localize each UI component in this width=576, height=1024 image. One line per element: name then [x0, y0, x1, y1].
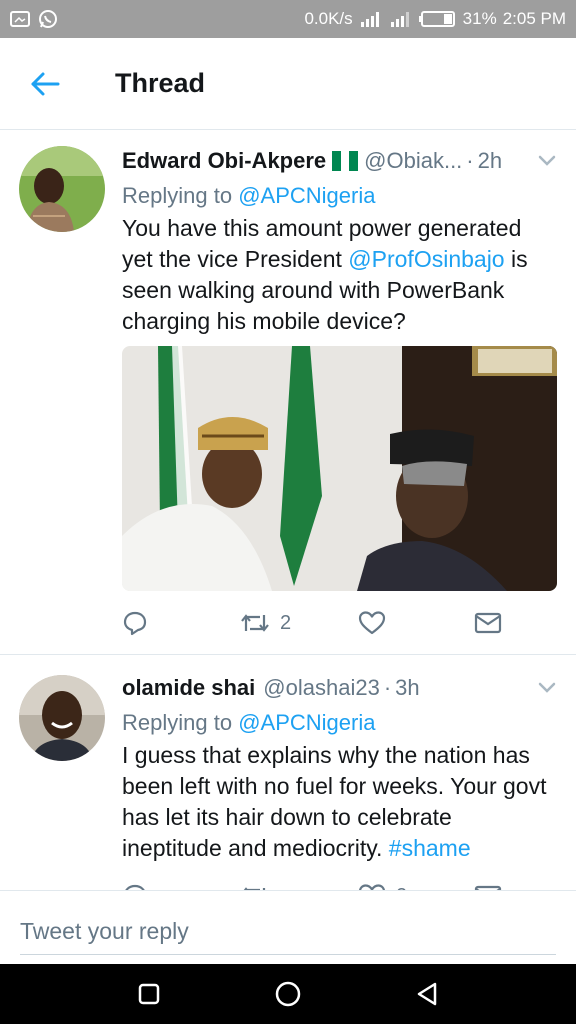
author-name[interactable]: Edward Obi-Akpere: [122, 148, 326, 174]
page-title: Thread: [115, 68, 206, 98]
like-button[interactable]: [358, 610, 396, 636]
chevron-down-icon: [538, 682, 556, 693]
mention-link[interactable]: @ProfOsinbajo: [348, 246, 504, 272]
tweet-photo[interactable]: [122, 346, 557, 591]
replying-mention-link[interactable]: @APCNigeria: [238, 183, 375, 208]
timestamp: 2h: [477, 148, 503, 173]
tweet-menu-button[interactable]: [538, 682, 556, 694]
signal-1-icon: [359, 10, 383, 28]
avatar[interactable]: [19, 146, 105, 232]
separator-dot: ·: [466, 148, 474, 173]
tweet-content: Edward Obi-Akpere @Obiak... · 2h Replyin…: [122, 145, 556, 337]
separator-dot: ·: [383, 675, 392, 700]
author-handle[interactable]: @olashai23: [263, 675, 380, 701]
replying-to: Replying to @APCNigeria: [122, 708, 556, 738]
reply-composer: [0, 890, 576, 964]
author-name[interactable]: olamide shai: [122, 675, 255, 701]
direct-message-button[interactable]: [474, 612, 502, 634]
tweet-menu-button[interactable]: [538, 155, 556, 167]
network-speed: 0.0K/s: [304, 9, 353, 28]
retweet-icon: [241, 614, 269, 632]
tweet-header: Edward Obi-Akpere @Obiak... · 2h: [122, 145, 556, 177]
replying-mention-link[interactable]: @APCNigeria: [238, 710, 375, 735]
replying-label: Replying to: [122, 710, 233, 735]
back-nav-button[interactable]: [407, 974, 447, 1014]
like-button[interactable]: 2: [358, 883, 407, 890]
reply-input[interactable]: [20, 909, 556, 955]
replying-label: Replying to: [122, 183, 233, 208]
thread-header: Thread: [0, 38, 576, 130]
like-icon: [358, 884, 386, 890]
home-circle-icon: [275, 981, 301, 1007]
retweet-button[interactable]: 2: [240, 611, 291, 635]
tweet-actions: 2: [122, 605, 522, 641]
recent-apps-icon: [139, 983, 160, 1005]
avatar[interactable]: [19, 675, 105, 761]
tweet-text: You have this amount power generated yet…: [122, 213, 556, 337]
battery-percent: 31%: [462, 9, 497, 28]
tweet-text: I guess that explains why the nation has…: [122, 740, 556, 864]
status-indicators: 0.0K/s 31% 2:05 PM: [304, 9, 566, 29]
status-notifications: [10, 9, 58, 29]
back-triangle-icon: [417, 982, 436, 1006]
like-icon: [358, 611, 386, 635]
back-button[interactable]: [0, 38, 90, 130]
whatsapp-notification-icon: [38, 9, 58, 29]
reply-button[interactable]: [122, 883, 148, 890]
home-button[interactable]: [268, 974, 308, 1014]
system-nav-bar: [0, 964, 576, 1024]
status-bar: 0.0K/s 31% 2:05 PM: [0, 0, 576, 38]
tweet-content: olamide shai @olashai23 · 3h Replying to…: [122, 672, 556, 864]
signal-2-icon: [389, 10, 413, 28]
screenshot-notification-icon: [10, 10, 30, 28]
tweet[interactable]: olamide shai @olashai23 · 3h Replying to…: [0, 656, 576, 890]
retweet-count: 2: [280, 611, 292, 634]
tweet[interactable]: Edward Obi-Akpere @Obiak... · 2h Replyin…: [0, 131, 576, 655]
nigeria-flag-icon: [332, 151, 359, 171]
tweet-header: olamide shai @olashai23 · 3h: [122, 672, 556, 704]
reply-icon: [125, 884, 145, 890]
replying-to: Replying to @APCNigeria: [122, 181, 556, 211]
reply-icon: [123, 611, 147, 636]
chevron-down-icon: [538, 155, 556, 166]
back-arrow-icon: [31, 72, 60, 95]
recent-apps-button[interactable]: [129, 974, 169, 1014]
reply-button[interactable]: [122, 610, 148, 636]
clock: 2:05 PM: [502, 9, 566, 28]
hashtag-link[interactable]: #shame: [389, 835, 471, 861]
direct-message-icon: [474, 612, 502, 634]
battery-icon: [418, 10, 457, 28]
timestamp: 3h: [395, 675, 420, 700]
tweet-actions: 2: [122, 878, 522, 890]
author-handle[interactable]: @Obiak...: [364, 148, 462, 174]
tweet-text-part: I guess that explains why the nation has…: [122, 742, 547, 861]
